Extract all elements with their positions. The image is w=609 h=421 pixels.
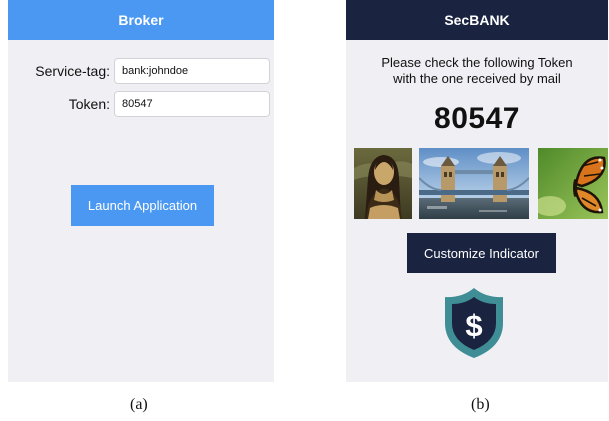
token-input[interactable] — [114, 91, 270, 117]
broker-title-bar: Broker — [8, 0, 274, 40]
token-row: Token: — [8, 91, 274, 117]
mona-lisa-image[interactable] — [354, 148, 412, 219]
svg-text:$: $ — [465, 308, 482, 343]
service-tag-row: Service-tag: — [8, 58, 274, 84]
instruction-line-2: with the one received by mail — [393, 71, 561, 86]
token-instruction: Please check the following Token with th… — [346, 55, 608, 87]
tower-bridge-image[interactable] — [419, 148, 529, 219]
dollar-shield-icon: $ — [445, 288, 503, 358]
broker-screen: Broker Service-tag: Token: Launch Applic… — [8, 0, 274, 382]
customize-indicator-button[interactable]: Customize Indicator — [407, 233, 556, 273]
secbank-screen: SecBANK Please check the following Token… — [346, 0, 608, 382]
broker-title: Broker — [118, 12, 164, 28]
secbank-title-bar: SecBANK — [346, 0, 608, 40]
butterfly-image[interactable] — [538, 148, 608, 219]
token-label: Token: — [68, 96, 110, 112]
launch-application-button[interactable]: Launch Application — [71, 185, 214, 226]
instruction-line-1: Please check the following Token — [381, 55, 573, 70]
service-tag-label: Service-tag: — [35, 63, 110, 79]
caption-b: (b) — [471, 396, 490, 413]
token-display: 80547 — [434, 102, 520, 135]
service-tag-input[interactable] — [114, 58, 270, 84]
caption-a: (a) — [130, 396, 148, 413]
secbank-title: SecBANK — [444, 12, 510, 28]
